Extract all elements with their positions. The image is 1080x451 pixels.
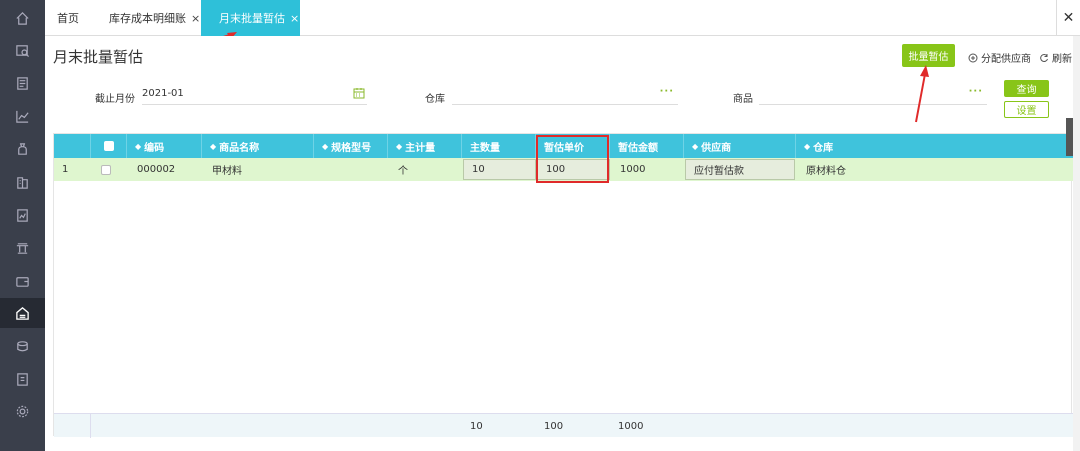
close-icon[interactable]: × — [191, 12, 200, 25]
close-icon[interactable]: × — [290, 12, 299, 25]
cell-code: 000002 — [137, 164, 176, 175]
column-label: 编码 — [144, 142, 165, 154]
sort-icon: ◆ — [210, 141, 217, 151]
sort-icon: ◆ — [804, 141, 811, 151]
cell-supplier-input[interactable]: 应付暂估款 — [685, 159, 795, 180]
cell-amount: 1000 — [620, 164, 646, 175]
sort-icon: ◆ — [135, 141, 142, 151]
wallet-icon[interactable] — [0, 266, 45, 296]
search-doc-icon[interactable] — [0, 35, 45, 65]
cutoff-month-label: 截止月份 — [95, 94, 135, 105]
warehouse-icon[interactable] — [0, 298, 45, 328]
tab-label: 库存成本明细账 — [109, 12, 186, 25]
refresh-label: 刷新 — [1052, 54, 1072, 65]
cutoff-month-field[interactable]: 2021-01 — [142, 83, 367, 105]
cell-unit: 个 — [398, 166, 408, 177]
cell-qty-input[interactable]: 10 — [463, 159, 536, 180]
assign-supplier-label: 分配供应商 — [981, 54, 1031, 65]
annotation-arrow-icon — [915, 65, 929, 123]
sort-icon: ◆ — [322, 141, 329, 151]
settings-button[interactable]: 设置 — [1004, 101, 1049, 118]
column-label: 主数量 — [470, 142, 500, 154]
sidebar — [0, 0, 45, 451]
warehouse-picker-icon[interactable]: ··· — [660, 86, 674, 97]
column-label: 商品名称 — [219, 142, 260, 154]
money-bag-icon[interactable] — [0, 134, 45, 164]
page-title: 月末批量暂估 — [53, 48, 144, 66]
row-checkbox[interactable] — [91, 158, 127, 181]
column-header-unit[interactable]: ◆ 主计量 — [388, 134, 462, 158]
column-header-code[interactable]: ◆ 编码 — [127, 134, 202, 158]
assign-supplier-button[interactable]: 分配供应商 — [968, 50, 1031, 65]
total-amount: 1000 — [618, 420, 644, 432]
row-number: 1 — [62, 164, 69, 175]
cutoff-month-value: 2021-01 — [142, 88, 184, 99]
ledger-icon[interactable] — [0, 167, 45, 197]
checkbox-icon — [101, 164, 111, 175]
goods-label: 商品 — [733, 94, 753, 105]
column-label: 规格型号 — [331, 142, 372, 154]
column-header-qty[interactable]: 主数量 — [462, 134, 536, 158]
cell-warehouse: 原材料仓 — [806, 166, 846, 177]
calendar-icon[interactable] — [353, 87, 365, 99]
column-label: 暂估金额 — [618, 142, 658, 154]
sort-icon: ◆ — [692, 141, 699, 151]
row-number-header — [54, 134, 91, 158]
goods-picker-icon[interactable]: ··· — [969, 86, 983, 97]
footer-spacer — [54, 414, 91, 438]
annotation-highlight-box — [536, 135, 609, 183]
tab-label: 首页 — [57, 12, 79, 25]
column-label: 主计量 — [405, 142, 436, 154]
refresh-button[interactable]: 刷新 — [1039, 50, 1072, 65]
document-icon[interactable] — [0, 68, 45, 98]
column-label: 供应商 — [701, 142, 732, 154]
column-header-warehouse[interactable]: ◆ 仓库 — [796, 134, 1073, 158]
close-all-icon[interactable]: ✕ — [1056, 0, 1080, 36]
tab-home[interactable]: 首页 — [57, 0, 79, 36]
side-scroll-handle[interactable] — [1066, 118, 1073, 156]
goods-field[interactable]: ··· — [759, 83, 987, 105]
query-button[interactable]: 查询 — [1004, 80, 1049, 97]
chart-icon[interactable] — [0, 101, 45, 131]
home-icon[interactable] — [0, 3, 45, 33]
total-unit-price: 100 — [544, 420, 564, 432]
cell-spec — [314, 158, 388, 181]
sort-icon: ◆ — [396, 141, 403, 151]
warehouse-label: 仓库 — [425, 94, 445, 105]
report-icon[interactable] — [0, 200, 45, 230]
coins-icon[interactable] — [0, 331, 45, 361]
column-header-supplier[interactable]: ◆ 供应商 — [684, 134, 796, 158]
grid-footer-totals: 10 100 1000 — [54, 413, 1073, 438]
checkbox-icon — [104, 141, 114, 151]
column-header-amount[interactable]: 暂估金额 — [610, 134, 684, 158]
bank-icon[interactable] — [0, 233, 45, 263]
tab-label: 月末批量暂估 — [219, 12, 285, 25]
column-label: 仓库 — [813, 142, 834, 154]
settings-icon[interactable] — [0, 396, 45, 426]
column-header-name[interactable]: ◆ 商品名称 — [202, 134, 314, 158]
invoice-icon[interactable] — [0, 364, 45, 394]
column-header-spec[interactable]: ◆ 规格型号 — [314, 134, 388, 158]
select-all-checkbox[interactable] — [91, 134, 127, 158]
warehouse-field[interactable]: ··· — [452, 83, 678, 105]
total-qty: 10 — [470, 420, 483, 432]
cell-name: 甲材料 — [212, 166, 242, 177]
